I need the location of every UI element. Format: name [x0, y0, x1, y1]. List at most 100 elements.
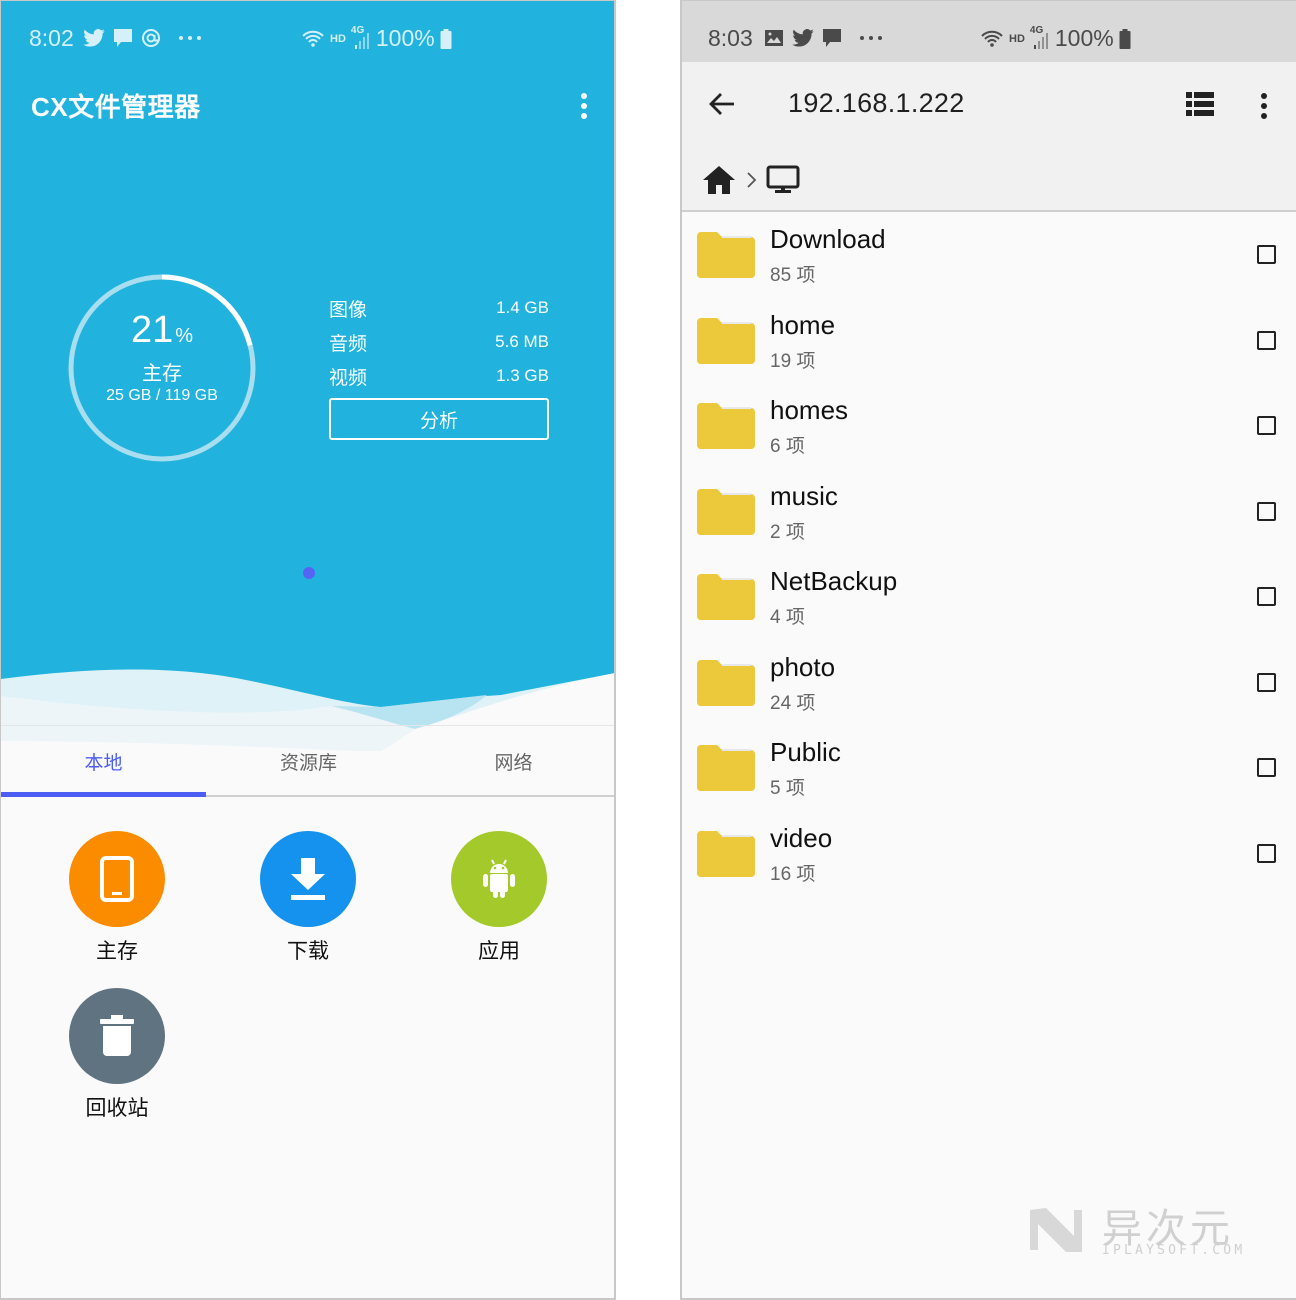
stat-value: 1.4 GB: [496, 298, 549, 317]
folder-item-count: 85 项: [770, 265, 816, 286]
list-view-icon[interactable]: [1184, 90, 1216, 118]
folder-name: Download: [770, 224, 886, 254]
stat-row-images[interactable]: 图像 1.4 GB: [329, 291, 549, 325]
folder-icon: [697, 659, 755, 706]
twitter-icon: [83, 29, 105, 47]
dot: [1261, 93, 1267, 99]
stat-label: 视频: [329, 367, 368, 389]
status-bar: 8:02 HD 4G 100%: [1, 1, 614, 75]
folder-icon: [697, 488, 755, 535]
select-checkbox[interactable]: [1257, 587, 1276, 606]
page-indicator-dot: [303, 567, 315, 579]
network-share-browser: 8:03 HD 4G 100% 192.168.1.222 Download 8…: [680, 0, 1296, 1300]
stat-label: 图像: [329, 299, 368, 321]
stat-row-video[interactable]: 视频 1.3 GB: [329, 359, 549, 393]
shortcut-icon-bg: [69, 988, 165, 1084]
folder-name: video: [770, 822, 833, 853]
folder-icon: [697, 745, 755, 791]
select-checkbox[interactable]: [1257, 672, 1276, 692]
battery-icon: [1119, 28, 1131, 49]
folder-name: Public: [770, 737, 841, 767]
page-title: 192.168.1.222: [788, 88, 965, 118]
stat-value: 1.3 GB: [496, 366, 549, 385]
signal-4g-icon: 4G: [1030, 25, 1050, 50]
select-checkbox[interactable]: [1257, 843, 1276, 863]
watermark-logo-icon: [1030, 1208, 1082, 1252]
analyze-button[interactable]: 分析: [329, 398, 549, 440]
shortcut-recycle-bin[interactable]: 回收站: [47, 988, 187, 1122]
folder-row[interactable]: Public 5 项: [682, 727, 1296, 813]
breadcrumb: [702, 160, 800, 200]
message-icon: [823, 29, 841, 47]
folder-row[interactable]: homes 6 项: [682, 385, 1296, 471]
storage-label: 主存: [142, 363, 182, 385]
tablet-icon: [100, 856, 134, 902]
select-checkbox[interactable]: [1257, 245, 1276, 264]
status-time: 8:03: [708, 25, 753, 51]
shortcut-apps[interactable]: 应用: [429, 831, 569, 965]
tab-network[interactable]: 网络: [411, 726, 614, 796]
folder-icon: [697, 317, 755, 364]
select-checkbox[interactable]: [1257, 501, 1276, 521]
chevron-right-icon: [747, 172, 757, 188]
folder-name: home: [770, 309, 836, 340]
storage-usage-ring[interactable]: 21% 主存 25 GB / 119 GB: [67, 273, 257, 463]
dot: [581, 103, 587, 109]
shortcut-label: 应用: [478, 940, 520, 963]
android-icon: [483, 859, 515, 898]
folder-item-count: 4 项: [770, 607, 805, 628]
cx-file-manager-home-screen: 8:02 HD 4G 100% CX文件管理器 21 % 主存 25 GB / …: [0, 0, 616, 1300]
folder-item-count: 19 项: [770, 350, 816, 372]
folder-item-count: 2 项: [770, 521, 805, 543]
folder-name: NetBackup: [770, 566, 898, 596]
overflow-menu-button[interactable]: [572, 91, 596, 121]
more-dots-icon: [179, 36, 201, 40]
folder-row[interactable]: Download 85 项: [682, 214, 1296, 300]
home-icon[interactable]: [702, 165, 736, 195]
folder-icon: [697, 830, 755, 877]
folder-item-count: 6 项: [770, 436, 805, 457]
download-icon: [291, 858, 325, 900]
folder-icon: [697, 574, 755, 620]
shortcut-main-storage[interactable]: 主存: [47, 831, 187, 965]
dot: [581, 93, 587, 99]
tab-library[interactable]: 资源库: [206, 726, 411, 796]
twitter-icon: [792, 29, 814, 47]
battery-percent: 100%: [1054, 25, 1114, 51]
select-checkbox[interactable]: [1257, 330, 1276, 350]
select-checkbox[interactable]: [1257, 416, 1276, 435]
app-title: CX文件管理器: [31, 92, 201, 122]
storage-capacity: 25 GB / 119 GB: [106, 387, 218, 404]
folder-item-count: 16 项: [770, 863, 816, 885]
tab-local[interactable]: 本地: [1, 726, 206, 796]
hd-icon: HD: [330, 32, 346, 45]
folder-row[interactable]: video 16 项: [682, 813, 1296, 899]
folder-row[interactable]: home 19 项: [682, 300, 1296, 386]
computer-icon[interactable]: [766, 165, 800, 195]
status-time: 8:02: [29, 25, 74, 51]
dot: [581, 113, 587, 119]
folder-item-count: 5 项: [770, 778, 805, 799]
folder-row[interactable]: NetBackup 4 项: [682, 556, 1296, 642]
signal-4g-icon: 4G: [351, 25, 371, 50]
hd-icon: HD: [1009, 32, 1025, 45]
overflow-menu-button[interactable]: [1252, 91, 1276, 121]
folder-row[interactable]: music 2 项: [682, 471, 1296, 557]
wifi-icon: [302, 30, 324, 47]
media-stats: 图像 1.4 GB 音频 5.6 MB 视频 1.3 GB: [329, 291, 549, 393]
stat-value: 5.6 MB: [495, 332, 549, 351]
folder-icon: [697, 403, 755, 449]
shortcut-downloads[interactable]: 下载: [238, 831, 378, 965]
stat-row-audio[interactable]: 音频 5.6 MB: [329, 325, 549, 359]
toolbar: 192.168.1.222: [682, 62, 1296, 212]
wifi-icon: [981, 30, 1003, 47]
stat-label: 音频: [329, 333, 368, 355]
folder-name: music: [770, 480, 838, 511]
dot: [1261, 113, 1267, 119]
folder-list: Download 85 项 home 19 项 homes 6 项 music …: [682, 214, 1296, 898]
select-checkbox[interactable]: [1257, 758, 1276, 777]
active-tab-indicator: [1, 792, 206, 797]
shortcut-icon-bg: [451, 831, 547, 927]
back-arrow-icon[interactable]: [706, 88, 738, 120]
folder-row[interactable]: photo 24 项: [682, 642, 1296, 728]
